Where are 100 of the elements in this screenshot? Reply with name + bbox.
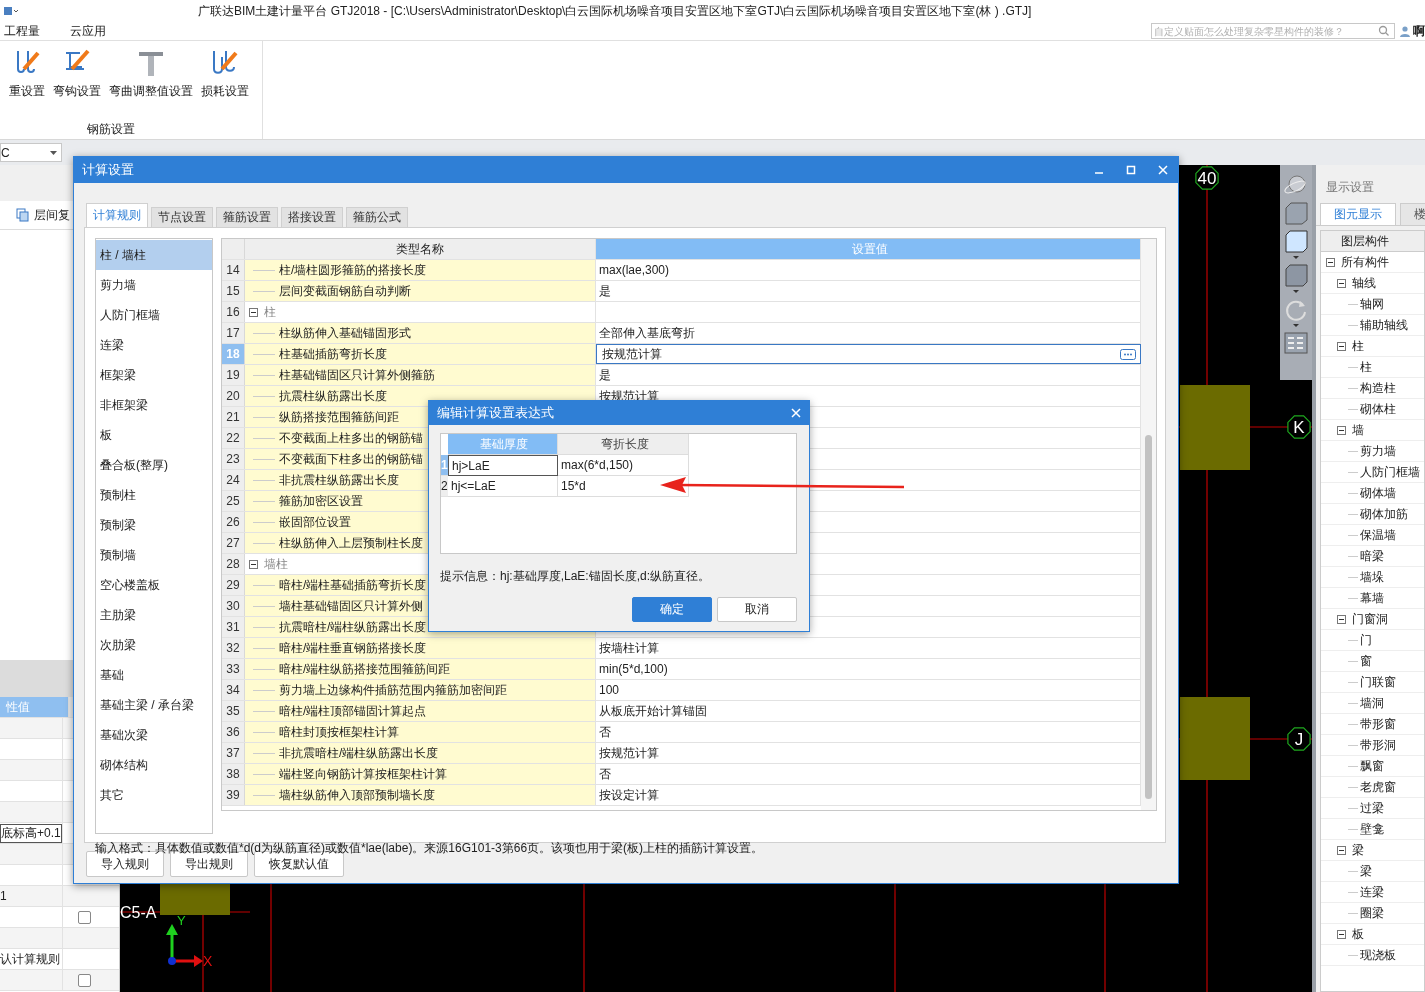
category-item[interactable]: 柱 / 墙柱 — [96, 240, 212, 270]
category-item[interactable]: 预制墙 — [96, 540, 212, 570]
value-field[interactable]: 按规范计算 — [596, 344, 1141, 364]
tree-item[interactable]: 幕墙 — [1360, 589, 1384, 607]
toolbar-button[interactable]: 层间复 — [34, 206, 70, 224]
quick-access-icon[interactable] — [2, 5, 18, 17]
dialog-button[interactable]: 取消 — [717, 597, 797, 622]
dialog-button[interactable]: 确定 — [632, 597, 712, 622]
tree-item[interactable]: 门联窗 — [1360, 673, 1396, 691]
tab[interactable]: 搭接设置 — [281, 207, 343, 227]
tree-item[interactable]: 墙 — [1352, 421, 1364, 439]
tree-item[interactable]: 窗 — [1360, 652, 1372, 670]
category-item[interactable]: 基础 — [96, 660, 212, 690]
close-icon[interactable] — [791, 408, 801, 418]
tree-item[interactable]: 保温墙 — [1360, 526, 1396, 544]
ribbon-button[interactable]: 损耗设置 — [197, 41, 253, 113]
user-icon[interactable] — [1399, 25, 1411, 37]
tree-item[interactable]: 暗梁 — [1360, 547, 1384, 565]
collapse-toggle[interactable] — [249, 307, 258, 317]
tab[interactable]: 图元显示 — [1320, 203, 1396, 225]
tree-item[interactable]: 砌体加筋 — [1360, 505, 1408, 523]
category-item[interactable]: 基础次梁 — [96, 720, 212, 750]
tab[interactable]: 楼 — [1400, 203, 1425, 225]
category-item[interactable]: 非框架梁 — [96, 390, 212, 420]
tab[interactable]: 节点设置 — [151, 207, 213, 227]
tree-item[interactable]: 连梁 — [1360, 883, 1384, 901]
category-item[interactable]: 基础主梁 / 承台梁 — [96, 690, 212, 720]
category-item[interactable]: 人防门框墙 — [96, 300, 212, 330]
tree-item[interactable]: 墙垛 — [1360, 568, 1384, 586]
cube-view-icon[interactable] — [1283, 229, 1309, 259]
tree-item[interactable]: 剪力墙 — [1360, 442, 1396, 460]
menu-item[interactable]: 云应用 — [70, 22, 106, 40]
category-item[interactable]: 板 — [96, 420, 212, 450]
value-field[interactable]: 底标高+0.1 — [0, 823, 62, 843]
category-item[interactable]: 主肋梁 — [96, 600, 212, 630]
table-cell[interactable]: hj<=LaE — [448, 476, 558, 497]
ribbon-button[interactable]: 弯曲调整值设置 — [105, 41, 197, 113]
checkbox[interactable] — [77, 973, 91, 987]
tree-item[interactable]: 过梁 — [1360, 799, 1384, 817]
tab[interactable]: 计算规则 — [86, 203, 148, 227]
scrollbar-thumb[interactable] — [1145, 435, 1152, 799]
tree-item[interactable]: 带形洞 — [1360, 736, 1396, 754]
tree-item[interactable]: 砌体柱 — [1360, 400, 1396, 418]
tree-item[interactable]: 门 — [1360, 631, 1372, 649]
tree-item[interactable]: 门窗洞 — [1352, 610, 1388, 628]
category-item[interactable]: 叠合板(整厚) — [96, 450, 212, 480]
tree-item[interactable]: 壁龛 — [1360, 820, 1384, 838]
ribbon-button[interactable]: 重设置 — [9, 41, 49, 113]
tree-item[interactable]: 轴网 — [1360, 295, 1384, 313]
copy-icon[interactable] — [16, 208, 30, 222]
tree-item[interactable]: 轴线 — [1352, 274, 1376, 292]
tree-item[interactable]: 板 — [1352, 925, 1364, 943]
category-item[interactable]: 剪力墙 — [96, 270, 212, 300]
tree-item[interactable]: 柱 — [1360, 358, 1372, 376]
category-item[interactable]: 预制柱 — [96, 480, 212, 510]
collapse-toggle[interactable] — [1337, 929, 1346, 939]
tree-item[interactable]: 老虎窗 — [1360, 778, 1396, 796]
category-item[interactable]: 空心楼盖板 — [96, 570, 212, 600]
category-item[interactable]: 框架梁 — [96, 360, 212, 390]
search-field[interactable]: 自定义贴面怎么处理复杂零星构件的装修？ — [1151, 23, 1395, 39]
search-icon[interactable] — [1378, 25, 1390, 37]
collapse-toggle[interactable] — [249, 559, 258, 569]
table-cell[interactable]: hj>LaE — [448, 455, 558, 476]
tree-item[interactable]: 梁 — [1360, 862, 1372, 880]
tree-item[interactable]: 圈梁 — [1360, 904, 1384, 922]
tree-item[interactable]: 所有构件 — [1341, 253, 1389, 271]
category-item[interactable]: 次肋梁 — [96, 630, 212, 660]
tree-item[interactable]: 构造柱 — [1360, 379, 1396, 397]
category-item[interactable]: 连梁 — [96, 330, 212, 360]
collapse-toggle[interactable] — [1337, 341, 1346, 351]
tree-item[interactable]: 辅助轴线 — [1360, 316, 1408, 334]
ellipsis-icon[interactable] — [1120, 348, 1136, 360]
tree-item[interactable]: 砌体墙 — [1360, 484, 1396, 502]
layer-list-icon[interactable] — [1283, 331, 1309, 355]
collapse-toggle[interactable] — [1337, 425, 1346, 435]
collapse-toggle[interactable] — [1337, 614, 1346, 624]
tree-item[interactable]: 柱 — [1352, 337, 1364, 355]
tree-item[interactable]: 带形窗 — [1360, 715, 1396, 733]
category-item[interactable]: 预制梁 — [96, 510, 212, 540]
menu-item[interactable]: 工程量 — [4, 22, 40, 40]
tree-item[interactable]: 现浇板 — [1360, 946, 1396, 964]
category-item[interactable]: 砌体结构 — [96, 750, 212, 780]
ribbon-button[interactable]: 弯钩设置 — [49, 41, 105, 113]
tab[interactable]: 箍筋设置 — [216, 207, 278, 227]
tree-item[interactable]: 人防门框墙 — [1360, 463, 1420, 481]
tree-item[interactable]: 飘窗 — [1360, 757, 1384, 775]
close-icon[interactable] — [1158, 165, 1168, 175]
table-cell[interactable]: max(6*d,150) — [558, 455, 689, 476]
collapse-toggle[interactable] — [1337, 278, 1346, 288]
tab[interactable]: 箍筋公式 — [346, 207, 408, 227]
category-item[interactable]: 其它 — [96, 780, 212, 810]
floor-dropdown[interactable]: C — [0, 143, 62, 162]
tree-item[interactable]: 墙洞 — [1360, 694, 1384, 712]
cube-icon[interactable] — [1283, 263, 1309, 293]
checkbox[interactable] — [77, 910, 91, 924]
maximize-icon[interactable] — [1126, 165, 1136, 175]
collapse-toggle[interactable] — [1326, 257, 1335, 267]
collapse-toggle[interactable] — [1337, 845, 1346, 855]
tree-item[interactable]: 梁 — [1352, 841, 1364, 859]
user-name[interactable]: 啊 — [1413, 22, 1425, 40]
